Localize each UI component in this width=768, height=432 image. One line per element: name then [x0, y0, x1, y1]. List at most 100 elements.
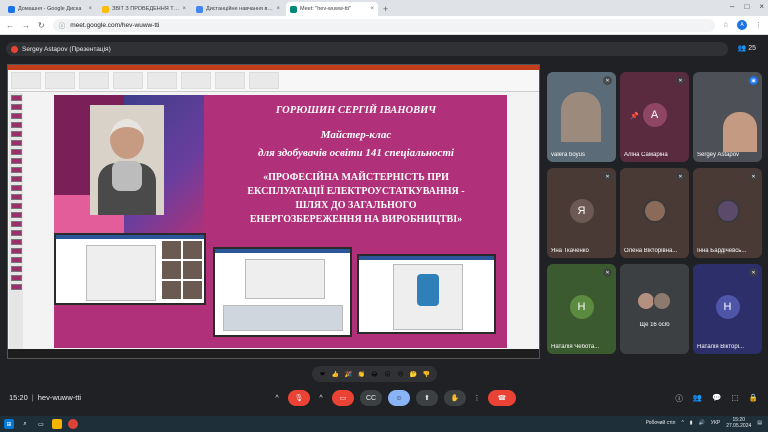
mic-off-button[interactable]: 🎙: [288, 390, 310, 406]
thinking-reaction-icon[interactable]: 🤔: [409, 370, 418, 379]
participant-initial: Н: [569, 295, 594, 319]
activities-icon[interactable]: ⬚: [732, 393, 739, 404]
close-icon[interactable]: ×: [276, 6, 280, 12]
people-icon[interactable]: 👥: [693, 393, 702, 404]
sad-reaction-icon[interactable]: 😢: [396, 370, 405, 379]
menu-dots-icon[interactable]: ⋮: [755, 21, 762, 29]
laugh-reaction-icon[interactable]: 😂: [370, 370, 379, 379]
minimize-icon[interactable]: –: [730, 2, 734, 11]
chevron-up-icon[interactable]: ^: [681, 420, 683, 426]
thumbs-down-reaction-icon[interactable]: 👎: [422, 370, 431, 379]
shared-taskbar: [8, 349, 539, 358]
maximize-icon[interactable]: □: [744, 2, 749, 11]
emoji-button[interactable]: ☺: [388, 390, 410, 406]
browser-tab[interactable]: Дистанційне навчання в ВСП... ×: [192, 2, 284, 16]
participant-tile[interactable]: ✕ Олена Вікторівна...: [620, 168, 689, 258]
participant-initial: Н: [715, 295, 740, 319]
tile-hover-actions: 📌: [630, 112, 639, 120]
taskbar-clock[interactable]: 15:20 27.05.2024: [726, 417, 751, 429]
participant-tile[interactable]: ✕ Н Наталія Вікторі...: [693, 264, 762, 354]
participant-name: Наталія Чебота...: [551, 344, 600, 350]
chrome-icon[interactable]: [68, 419, 78, 429]
more-participants-tile[interactable]: Ще 16 осіб: [620, 264, 689, 354]
url-text[interactable]: meet.google.com/hev-wuww-tti: [70, 22, 159, 29]
slide-title-line: ЕКСПЛУАТАЦІЇ ЕЛЕКТРОУСТАТКУВАННЯ -: [247, 186, 465, 197]
equipment-image: [417, 274, 439, 306]
browser-tab[interactable]: ЗВІТ З ПРОВЕДЕННЯ ТИЖНЯ... ×: [98, 2, 190, 16]
participant-tile[interactable]: ✕ Н Наталія Чебота...: [547, 264, 616, 354]
pin-icon[interactable]: 📌: [630, 112, 639, 120]
profile-avatar[interactable]: A: [737, 20, 747, 30]
mic-options-chevron-icon[interactable]: ^: [272, 390, 282, 406]
site-info-icon[interactable]: ⓘ: [59, 20, 66, 30]
browser-tab[interactable]: Домашня - Google Диска ×: [4, 2, 96, 16]
participant-tile[interactable]: ✕ Інна Бардічевсь...: [693, 168, 762, 258]
search-icon[interactable]: ⌕: [20, 419, 30, 429]
meeting-side-controls: ⓘ 👥 💬 ⬚ 🔒: [675, 393, 758, 404]
windows-start-icon[interactable]: ⊞: [4, 419, 14, 429]
participant-tile[interactable]: ▣ Sergey Astapov: [693, 72, 762, 162]
presenter-banner[interactable]: Sergey Astapov (Презентація): [6, 42, 728, 56]
close-icon[interactable]: ×: [182, 6, 186, 12]
new-tab-button[interactable]: +: [383, 4, 388, 14]
lock-icon[interactable]: 🔒: [749, 393, 758, 404]
volume-icon[interactable]: 🔊: [699, 420, 705, 426]
thumbs-up-reaction-icon[interactable]: 👍: [331, 370, 340, 379]
slide-author: ГОРЮШИН СЕРГІЙ ІВАНОВИЧ: [275, 105, 437, 116]
language-indicator[interactable]: УКР: [711, 420, 720, 426]
party-reaction-icon[interactable]: 🎉: [344, 370, 353, 379]
forward-icon[interactable]: →: [22, 21, 30, 30]
surprised-reaction-icon[interactable]: 😮: [383, 370, 392, 379]
slide-thumbnail: [11, 167, 22, 173]
slide-title: «ПРОФЕСІЙНА МАЙСТЕРНІСТЬ ПРИ ЕКСПЛУАТАЦІ…: [206, 171, 506, 227]
video-cell: [183, 261, 202, 279]
address-bar[interactable]: ⓘ meet.google.com/hev-wuww-tti: [52, 18, 715, 32]
chat-icon[interactable]: 💬: [712, 393, 721, 404]
tab-title: Meet: "hev-wuww-tti": [300, 6, 351, 12]
file-explorer-icon[interactable]: [52, 419, 62, 429]
portrait-head: [110, 119, 144, 159]
slide-thumbnail: [11, 212, 22, 218]
participant-initial: А: [642, 103, 667, 127]
network-icon[interactable]: ▮: [690, 420, 693, 426]
notifications-icon[interactable]: ▤: [757, 420, 762, 426]
clap-reaction-icon[interactable]: 👏: [357, 370, 366, 379]
browser-tab-active[interactable]: Meet: "hev-wuww-tti" ×: [286, 2, 378, 16]
raise-hand-button[interactable]: ✋: [444, 390, 466, 406]
ribbon-group: [113, 72, 143, 89]
more-options-icon[interactable]: ⋮: [472, 390, 482, 406]
muted-mic-icon: ✕: [676, 172, 685, 181]
desktop-label[interactable]: Робочий стіл: [646, 420, 676, 426]
participant-name: Sergey Astapov: [697, 152, 740, 158]
camera-options-chevron-icon[interactable]: ^: [316, 390, 326, 406]
participant-tile[interactable]: ✕ Я Яна Ткаченко: [547, 168, 616, 258]
video-cell: [162, 261, 181, 279]
present-screen-button[interactable]: ⬆: [416, 390, 438, 406]
ribbon-group: [181, 72, 211, 89]
participant-tile[interactable]: ✕ А 📌 Аліна Самаріна: [620, 72, 689, 162]
slide-thumbnail: [11, 140, 22, 146]
back-icon[interactable]: ←: [6, 21, 14, 30]
participants-indicator[interactable]: 👥 25: [737, 44, 756, 53]
slide-screenshot: [357, 254, 496, 334]
participant-tile[interactable]: ✕ valera boyus: [547, 72, 616, 162]
participant-name: Аліна Самаріна: [624, 152, 668, 158]
bookmark-star-icon[interactable]: ☆: [723, 21, 729, 29]
reactions-bar: ❤ 👍 🎉 👏 😂 😮 😢 🤔 👎: [312, 366, 437, 382]
task-view-icon[interactable]: ▭: [36, 419, 46, 429]
heart-reaction-icon[interactable]: ❤: [318, 370, 327, 379]
slide-title-line: ЕНЕРГОЗБЕРЕЖЕННЯ НА ВИРОБНИЦТВІ»: [249, 214, 463, 225]
diagram-page: [245, 259, 325, 299]
slide-thumbnail: [11, 176, 22, 182]
info-icon[interactable]: ⓘ: [675, 393, 683, 404]
slide-thumbnail: [11, 131, 22, 137]
reload-icon[interactable]: ↻: [38, 21, 45, 30]
captions-button[interactable]: CC: [360, 390, 382, 406]
close-icon[interactable]: ×: [88, 6, 92, 12]
close-window-icon[interactable]: ×: [759, 2, 764, 11]
docs-icon: [102, 5, 109, 13]
slide-thumbnail: [11, 104, 22, 110]
close-icon[interactable]: ×: [370, 6, 374, 12]
leave-call-button[interactable]: ☎: [488, 390, 516, 406]
camera-off-button[interactable]: ▭: [332, 390, 354, 406]
